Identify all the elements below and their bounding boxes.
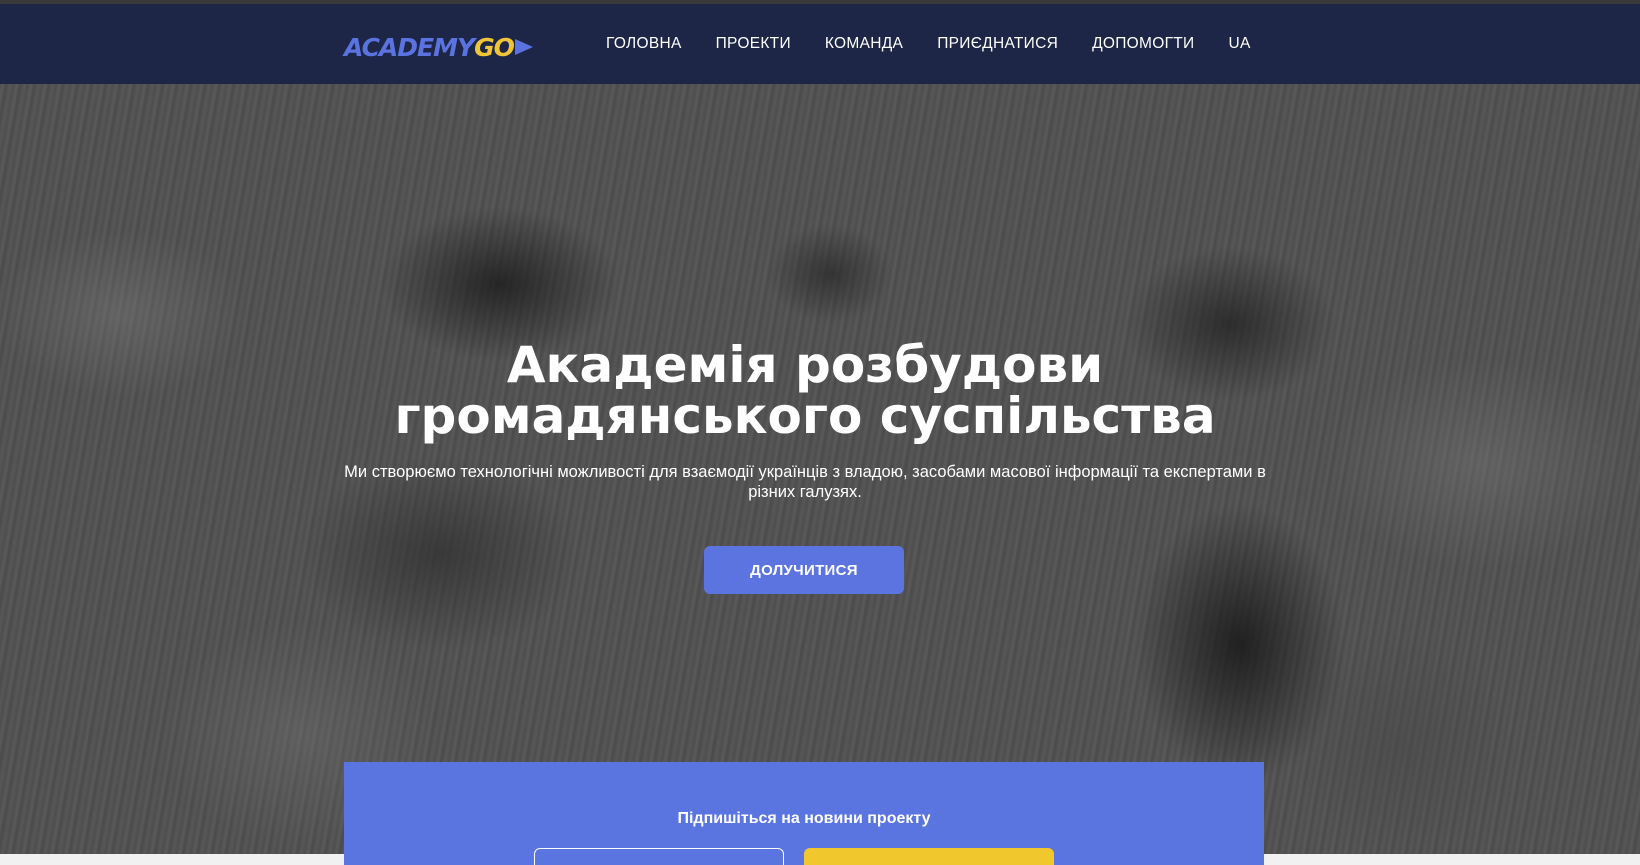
- subscribe-title: Підпишіться на новини проекту: [677, 810, 931, 827]
- nav-item-home[interactable]: ГОЛОВНА: [606, 35, 682, 53]
- site-header: ACADEMY GO ГОЛОВНА ПРОЕКТИ КОМАНДА ПРИЄДН…: [0, 4, 1640, 84]
- nav-item-team[interactable]: КОМАНДА: [825, 35, 903, 53]
- subscribe-panel: Підпишіться на новини проекту: [344, 762, 1264, 865]
- nav-item-join[interactable]: ПРИЄДНАТИСЯ: [937, 35, 1058, 53]
- play-arrow-icon: [514, 39, 533, 55]
- join-button[interactable]: ДОЛУЧИТИСЯ: [704, 546, 904, 594]
- nav-item-help[interactable]: ДОПОМОГТИ: [1092, 35, 1194, 53]
- logo-text-academy: ACADEMY: [344, 32, 475, 62]
- hero-title: Академія розбудови громадянського суспіл…: [0, 340, 1610, 442]
- hero-title-line-2: громадянського суспільства: [394, 387, 1216, 445]
- academygo-logo[interactable]: ACADEMY GO: [344, 32, 533, 62]
- hero-subtitle: Ми створюємо технологічні можливості для…: [344, 463, 1266, 501]
- hero-title-line-1: Академія розбудови: [506, 336, 1104, 394]
- email-field[interactable]: [534, 848, 784, 865]
- language-switcher[interactable]: UA: [1228, 35, 1250, 53]
- subscribe-button[interactable]: [804, 848, 1054, 865]
- hero-content: Академія розбудови громадянського суспіл…: [0, 84, 1640, 854]
- main-nav: ГОЛОВНА ПРОЕКТИ КОМАНДА ПРИЄДНАТИСЯ ДОПО…: [606, 4, 1251, 84]
- nav-item-projects[interactable]: ПРОЕКТИ: [716, 35, 791, 53]
- logo-text-go: GO: [474, 32, 515, 62]
- hero-section: Академія розбудови громадянського суспіл…: [0, 84, 1640, 854]
